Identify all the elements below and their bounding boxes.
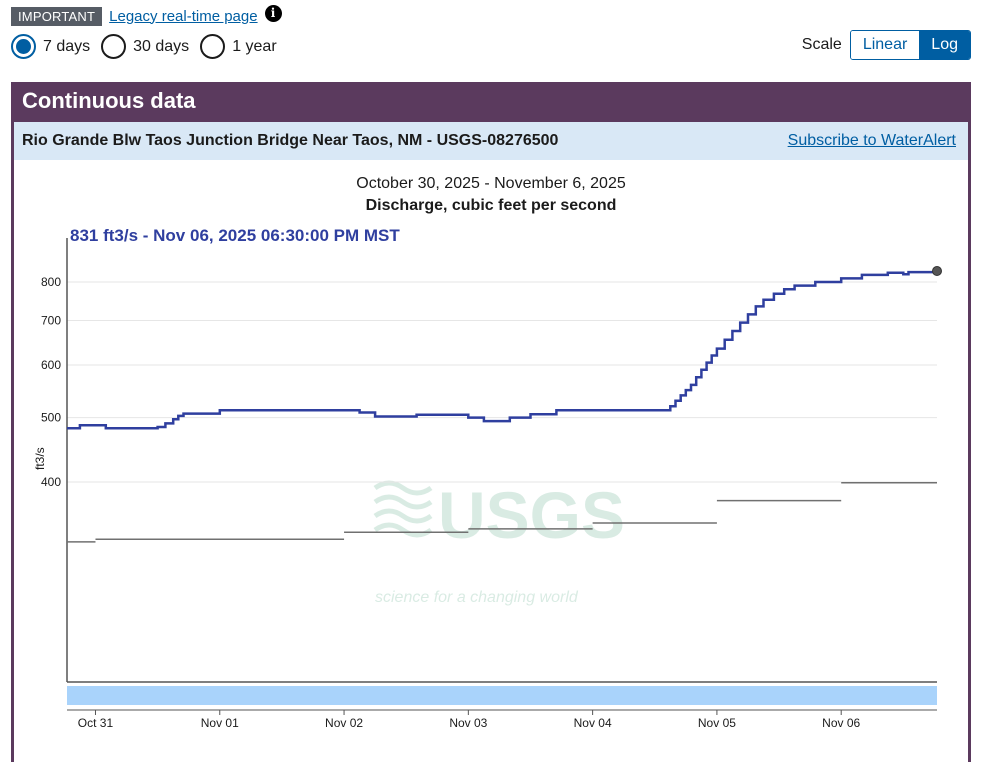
time-range-selector: 7 days 30 days 1 year [11, 34, 288, 59]
chart-date-range: October 30, 2025 - November 6, 2025 [356, 175, 626, 192]
x-tick-label: Nov 04 [574, 716, 612, 730]
scale-control: Scale Linear Log [802, 30, 971, 60]
x-tick-label: Nov 06 [822, 716, 860, 730]
grid [66, 238, 937, 711]
chart-parameter: Discharge, cubic feet per second [365, 197, 617, 214]
site-bar: Rio Grande Blw Taos Junction Bridge Near… [14, 122, 968, 160]
usgs-wave-logo [373, 480, 433, 538]
latest-value-label: 831 ft3/s - Nov 06, 2025 06:30:00 PM MST [70, 226, 400, 245]
radio-circle-icon[interactable] [11, 34, 36, 59]
radio-circle-icon[interactable] [101, 34, 127, 59]
important-badge: IMPORTANT [11, 6, 103, 26]
range-30-days[interactable]: 30 days [101, 34, 189, 59]
range-7-days[interactable]: 7 days [11, 34, 90, 59]
range-1-year[interactable]: 1 year [200, 34, 277, 59]
scale-log-button[interactable]: Log [919, 31, 970, 59]
range-label: 1 year [232, 37, 277, 55]
panel-title: Continuous data [22, 88, 196, 113]
y-axis-label: ft3/s [33, 447, 47, 470]
info-icon[interactable]: i [264, 4, 282, 22]
usgs-watermark: USGS science for a changing world [373, 478, 625, 606]
y-tick-label: 700 [41, 314, 61, 328]
approval-status-bar [67, 686, 937, 705]
notice-row: IMPORTANT Legacy real-time page i [11, 4, 282, 27]
y-tick-label: 500 [41, 411, 61, 425]
watermark-tagline: science for a changing world [375, 589, 579, 606]
y-tick-label: 400 [41, 475, 61, 489]
x-tick-label: Nov 03 [449, 716, 487, 730]
x-tick-label: Nov 01 [201, 716, 239, 730]
y-tick-label: 600 [41, 358, 61, 372]
scale-toggle: Linear Log [849, 30, 971, 60]
x-tick-label: Nov 05 [698, 716, 736, 730]
hydrograph: USGS science for a changing world 400 500… [14, 160, 968, 762]
watermark-logo-text: USGS [438, 478, 625, 552]
scale-linear-button[interactable]: Linear [850, 31, 920, 59]
y-tick-label: 800 [41, 275, 61, 289]
range-label: 7 days [43, 37, 91, 55]
x-tick-label: Nov 02 [325, 716, 363, 730]
x-axis-ticks: Oct 31 Nov 01 Nov 02 Nov 03 Nov 04 Nov 05 Nov … [78, 710, 861, 730]
latest-point [932, 266, 942, 277]
hydrograph-svg[interactable]: USGS science for a changing world 400 500… [14, 160, 968, 762]
legacy-realtime-link[interactable]: Legacy real-time page [109, 8, 257, 25]
site-name: Rio Grande Blw Taos Junction Bridge Near… [22, 132, 559, 149]
range-label: 30 days [133, 37, 190, 55]
scale-label: Scale [801, 36, 842, 53]
x-tick-label: Oct 31 [78, 716, 114, 730]
subscribe-wateralert-link[interactable]: Subscribe to WaterAlert [788, 132, 956, 150]
discharge-line [67, 270, 939, 430]
radio-circle-icon[interactable] [200, 34, 226, 59]
continuous-data-panel: Continuous data Rio Grande Blw Taos Junc… [11, 82, 971, 762]
